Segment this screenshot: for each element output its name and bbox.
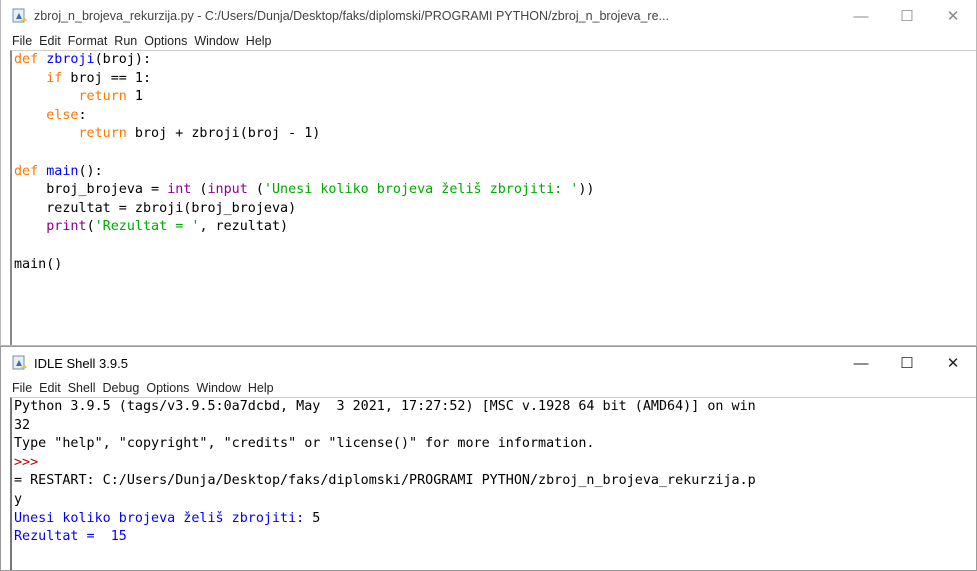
code-text: ( [191, 182, 208, 198]
code-line: broj_brojeva = int (input ('Unesi koliko… [14, 181, 976, 200]
python-file-icon [11, 7, 29, 25]
shell-titlebar[interactable]: IDLE Shell 3.9.5 — ☐ ✕ [1, 347, 976, 379]
restart-line: y [14, 491, 23, 507]
shell-window: IDLE Shell 3.9.5 — ☐ ✕ File Edit Shell D… [0, 346, 977, 571]
banner-line: Python 3.9.5 (tags/v3.9.5:0a7dcbd, May 3… [14, 399, 756, 414]
code-line: rezultat = zbroji(broj_brojeva) [14, 200, 976, 219]
menu-help[interactable]: Help [246, 34, 272, 48]
stdout-text: Unesi koliko brojeva želiš zbrojiti: [14, 510, 313, 526]
code-text: (broj): [94, 52, 152, 67]
code-text: 1 [126, 89, 143, 105]
menu-options[interactable]: Options [144, 34, 187, 48]
code-text: ( [86, 219, 95, 235]
builtin: int [167, 182, 192, 198]
code-text: rezultat = zbroji(broj_brojeva) [14, 200, 297, 216]
editor-title: zbroj_n_brojeva_rekurzija.py - C:/Users/… [34, 9, 669, 23]
menu-run[interactable]: Run [114, 34, 137, 48]
output-line: Unesi koliko brojeva želiš zbrojiti: 5 [14, 510, 976, 529]
menu-window[interactable]: Window [194, 34, 238, 48]
code-text: broj == 1: [62, 70, 152, 86]
editor-menubar: File Edit Format Run Options Window Help [1, 32, 976, 50]
shell-title: IDLE Shell 3.9.5 [34, 355, 128, 371]
code-text: main() [14, 256, 63, 272]
user-input: 5 [312, 510, 321, 526]
code-line: if broj == 1: [14, 70, 976, 89]
keyword: return [78, 126, 127, 142]
maximize-icon[interactable]: ☐ [884, 0, 930, 32]
code-text: ( [247, 182, 264, 198]
builtin: input [207, 182, 248, 198]
menu-debug[interactable]: Debug [103, 381, 140, 395]
restart-line: = RESTART: C:/Users/Dunja/Desktop/faks/d… [14, 473, 756, 489]
shell-menubar: File Edit Shell Debug Options Window Hel… [1, 379, 976, 397]
close-icon[interactable]: ✕ [930, 0, 976, 32]
menu-shell[interactable]: Shell [68, 381, 96, 395]
string-literal: 'Unesi koliko brojeva želiš zbrojiti: ' [263, 182, 579, 198]
menu-edit[interactable]: Edit [39, 34, 61, 48]
menu-format[interactable]: Format [68, 34, 108, 48]
code-line: return broj + zbroji(broj - 1) [14, 125, 976, 144]
minimize-icon[interactable]: — [838, 0, 884, 32]
function-name: main [46, 163, 79, 179]
keyword: def [14, 52, 39, 67]
minimize-icon[interactable]: — [838, 347, 884, 379]
keyword: return [78, 89, 127, 105]
code-text: (): [78, 163, 103, 179]
code-text: )) [578, 182, 595, 198]
banner-line: 32 [14, 417, 31, 433]
code-text: : [78, 107, 87, 123]
menu-options[interactable]: Options [146, 381, 189, 395]
output-line: Rezultat = 15 [14, 529, 127, 545]
editor-titlebar[interactable]: zbroj_n_brojeva_rekurzija.py - C:/Users/… [1, 0, 976, 32]
code-text: broj_brojeva = [14, 182, 168, 198]
python-shell-icon [11, 354, 29, 372]
function-name: zbroji [46, 52, 95, 67]
keyword: def [14, 163, 39, 179]
maximize-icon[interactable]: ☐ [884, 347, 930, 379]
menu-edit[interactable]: Edit [39, 381, 61, 395]
code-line: main() [14, 256, 976, 275]
builtin: print [46, 219, 87, 235]
menu-file[interactable]: File [12, 34, 32, 48]
code-line: print('Rezultat = ', rezultat) [14, 218, 976, 237]
shell-output[interactable]: Python 3.9.5 (tags/v3.9.5:0a7dcbd, May 3… [10, 397, 976, 570]
menu-help[interactable]: Help [248, 381, 274, 395]
code-text: broj + zbroji(broj - 1) [126, 126, 321, 142]
editor-window: zbroj_n_brojeva_rekurzija.py - C:/Users/… [0, 0, 977, 346]
code-editor[interactable]: def zbroji(broj): if broj == 1: return 1… [10, 50, 976, 345]
code-line: return 1 [14, 88, 976, 107]
code-line: def zbroji(broj): [14, 51, 976, 70]
menu-window[interactable]: Window [196, 381, 240, 395]
shell-prompt: >>> [14, 454, 39, 470]
banner-line: Type "help", "copyright", "credits" or "… [14, 436, 595, 452]
code-line: else: [14, 107, 976, 126]
string-literal: 'Rezultat = ' [94, 219, 200, 235]
code-line: def main(): [14, 163, 976, 182]
menu-file[interactable]: File [12, 381, 32, 395]
keyword: else [46, 107, 79, 123]
keyword: if [46, 70, 63, 86]
close-icon[interactable]: ✕ [930, 347, 976, 379]
code-text: , rezultat) [199, 219, 289, 235]
